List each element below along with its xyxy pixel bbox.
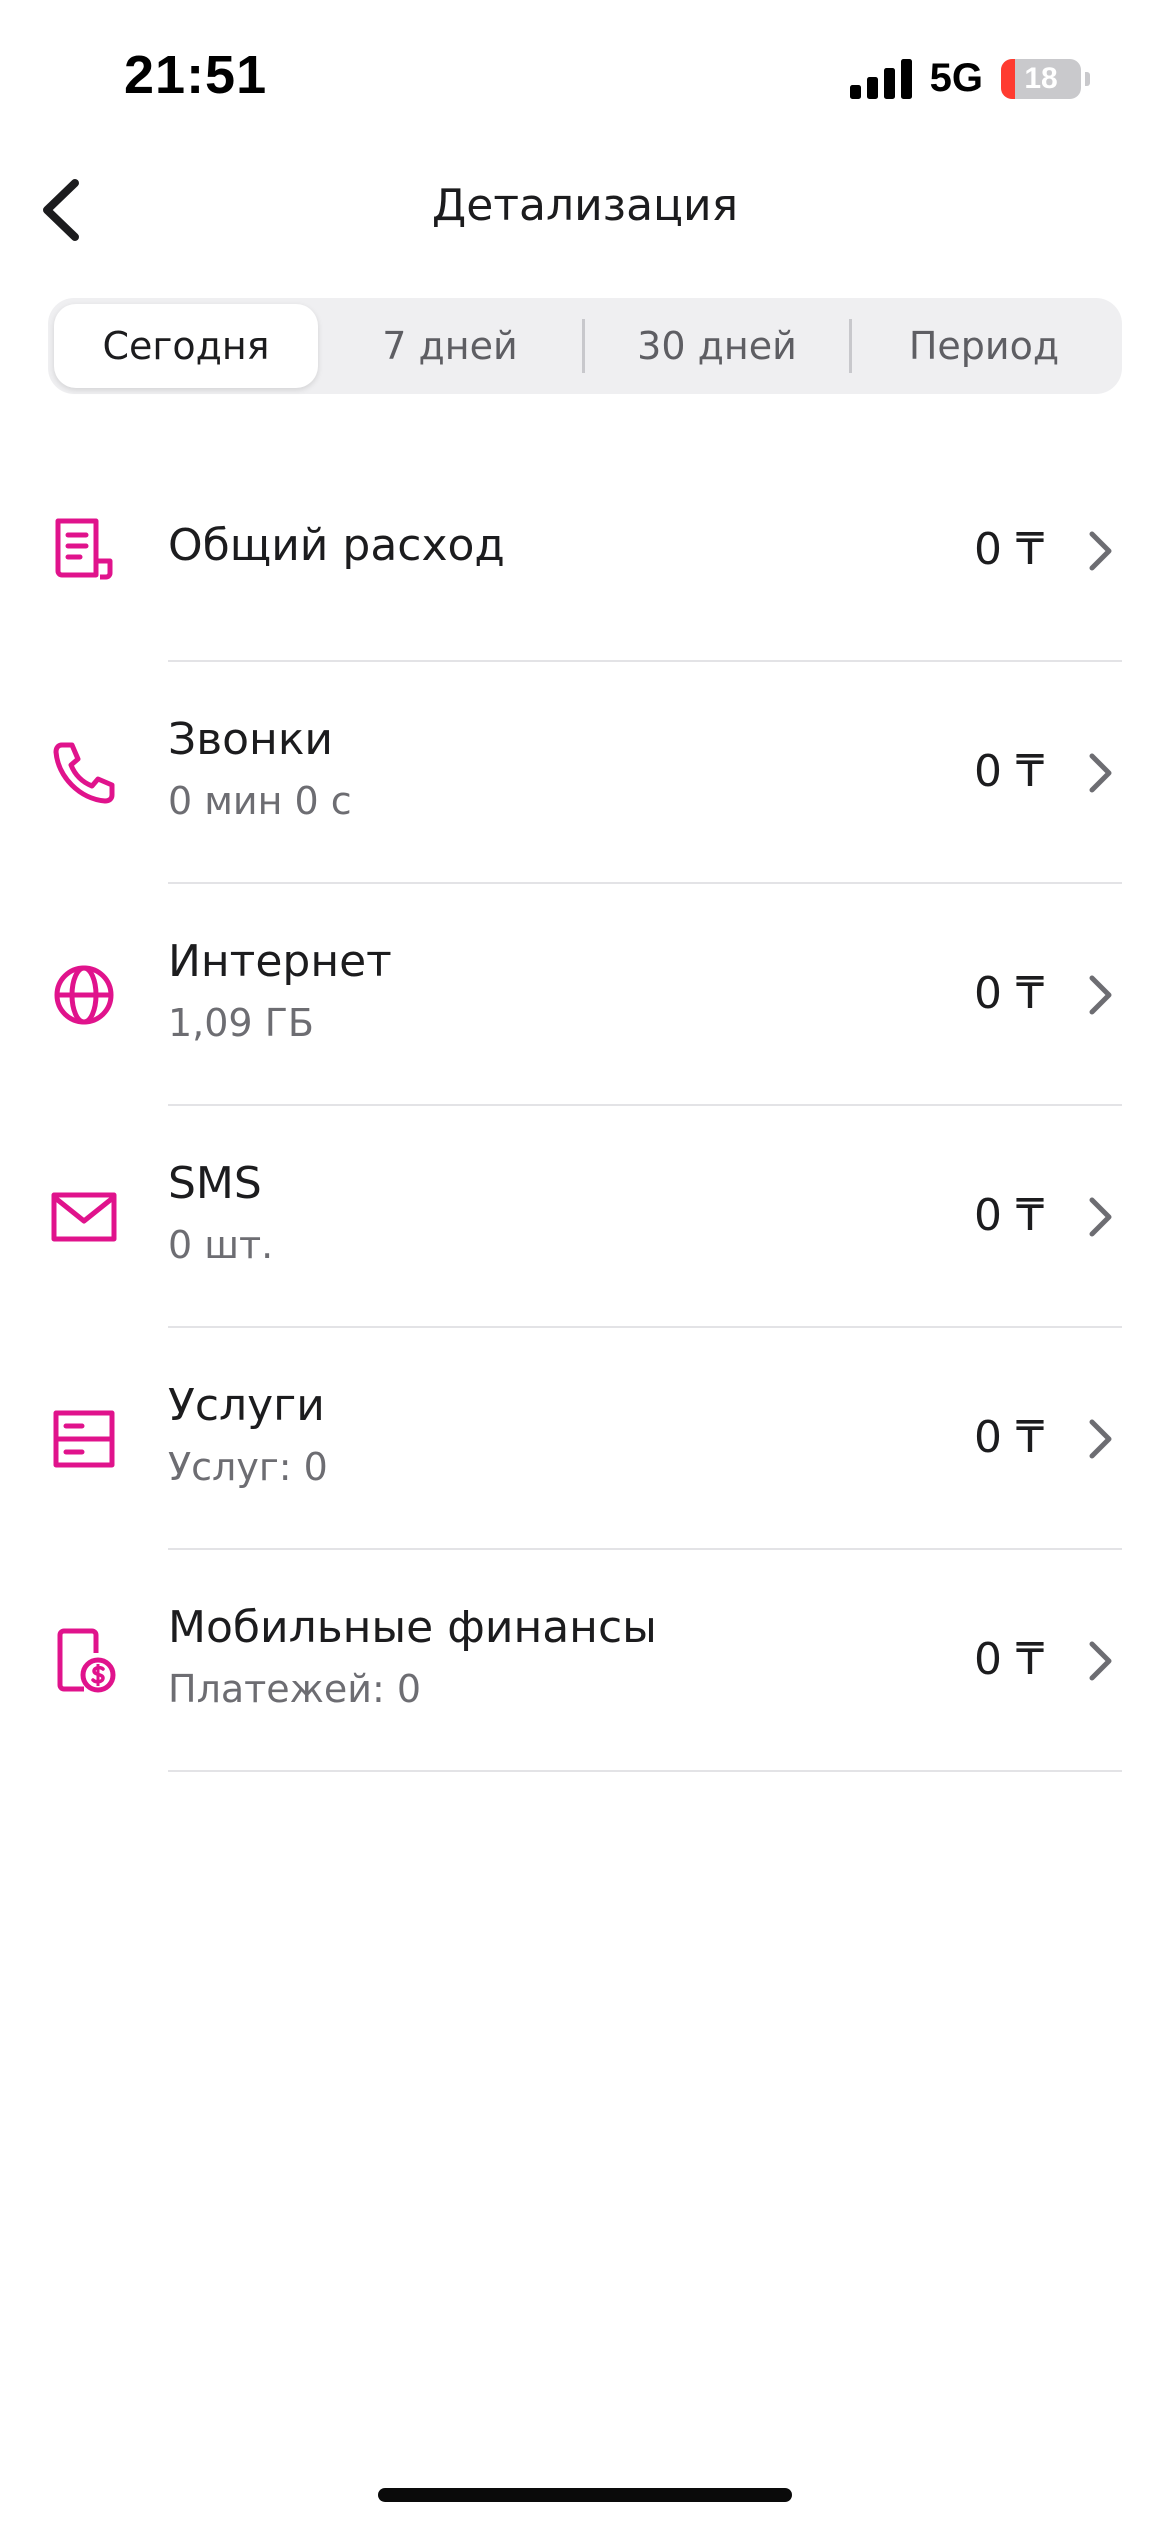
page-title: Детализация (431, 180, 739, 231)
list-item-subtitle: 0 шт. (168, 1223, 274, 1267)
list-item-title: Общий расход (168, 520, 505, 571)
detail-list: Общий расход 0 ₸ Звонки 0 мин 0 с 0 ₸ Ин… (0, 440, 1170, 1772)
list-item-value: 0 ₸ (974, 968, 1044, 1019)
chevron-right-icon (1089, 531, 1112, 571)
list-item-services[interactable]: Услуги Услуг: 0 0 ₸ (0, 1328, 1170, 1550)
list-item-text: SMS 0 шт. (168, 1158, 273, 1267)
status-bar: 21:51 5G 18 (0, 0, 1170, 150)
tab-period[interactable]: Период (852, 304, 1116, 388)
list-item-total-expense[interactable]: Общий расход 0 ₸ (0, 440, 1170, 662)
status-time: 21:51 (124, 45, 268, 105)
period-segmented-control: Сегодня 7 дней 30 дней Период (48, 298, 1122, 394)
home-indicator[interactable] (378, 2488, 792, 2502)
tab-label: 7 дней (382, 324, 518, 368)
list-item-mobile-finance[interactable]: Мобильные финансы Платежей: 0 0 ₸ (0, 1550, 1170, 1772)
tab-label: 30 дней (637, 324, 797, 368)
tab-30-days[interactable]: 30 дней (585, 304, 849, 388)
battery-level: 18 (1024, 61, 1058, 95)
list-item-title: Мобильные финансы (168, 1602, 657, 1653)
tab-label: Сегодня (102, 324, 270, 368)
list-item-sms[interactable]: SMS 0 шт. 0 ₸ (0, 1106, 1170, 1328)
list-item-calls[interactable]: Звонки 0 мин 0 с 0 ₸ (0, 662, 1170, 884)
list-item-value: 0 ₸ (974, 524, 1044, 575)
list-item-title: Интернет (168, 936, 392, 987)
list-item-subtitle: Услуг: 0 (168, 1445, 328, 1489)
tab-7-days[interactable]: 7 дней (318, 304, 582, 388)
network-type: 5G (929, 56, 983, 100)
phone-icon (53, 742, 115, 804)
list-item-value: 0 ₸ (974, 1634, 1044, 1685)
list-item-text: Мобильные финансы Платежей: 0 (168, 1602, 657, 1711)
chevron-right-icon (1089, 1197, 1112, 1237)
chevron-right-icon (1089, 753, 1112, 793)
list-item-text: Услуги Услуг: 0 (168, 1380, 328, 1489)
list-item-subtitle: Платежей: 0 (168, 1667, 422, 1711)
chevron-right-icon (1089, 1419, 1112, 1459)
divider (168, 1770, 1122, 1772)
status-indicators: 5G 18 (849, 56, 1090, 101)
receipt-icon (55, 518, 113, 580)
list-item-internet[interactable]: Интернет 1,09 ГБ 0 ₸ (0, 884, 1170, 1106)
mobile-finance-icon (57, 1628, 116, 1693)
cellular-signal-icon (849, 58, 912, 99)
list-item-value: 0 ₸ (974, 1412, 1044, 1463)
list-item-value: 0 ₸ (974, 1190, 1044, 1241)
list-item-title: SMS (168, 1158, 262, 1209)
list-item-text: Звонки 0 мин 0 с (168, 714, 352, 823)
globe-icon (54, 965, 114, 1025)
list-item-text: Общий расход (168, 520, 505, 571)
list-item-text: Интернет 1,09 ГБ (168, 936, 392, 1045)
services-icon (53, 1410, 115, 1468)
envelope-icon (51, 1192, 117, 1242)
navigation-header: Детализация (0, 150, 1170, 270)
battery-icon: 18 (1001, 58, 1081, 99)
chevron-right-icon (1089, 975, 1112, 1015)
list-item-title: Услуги (168, 1380, 325, 1431)
tab-today[interactable]: Сегодня (54, 304, 318, 388)
list-item-title: Звонки (168, 714, 333, 765)
chevron-right-icon (1089, 1641, 1112, 1681)
tab-label: Период (908, 324, 1060, 368)
list-item-subtitle: 0 мин 0 с (168, 779, 352, 823)
list-item-value: 0 ₸ (974, 746, 1044, 797)
list-item-subtitle: 1,09 ГБ (168, 1001, 314, 1045)
battery-tip (1085, 71, 1090, 86)
